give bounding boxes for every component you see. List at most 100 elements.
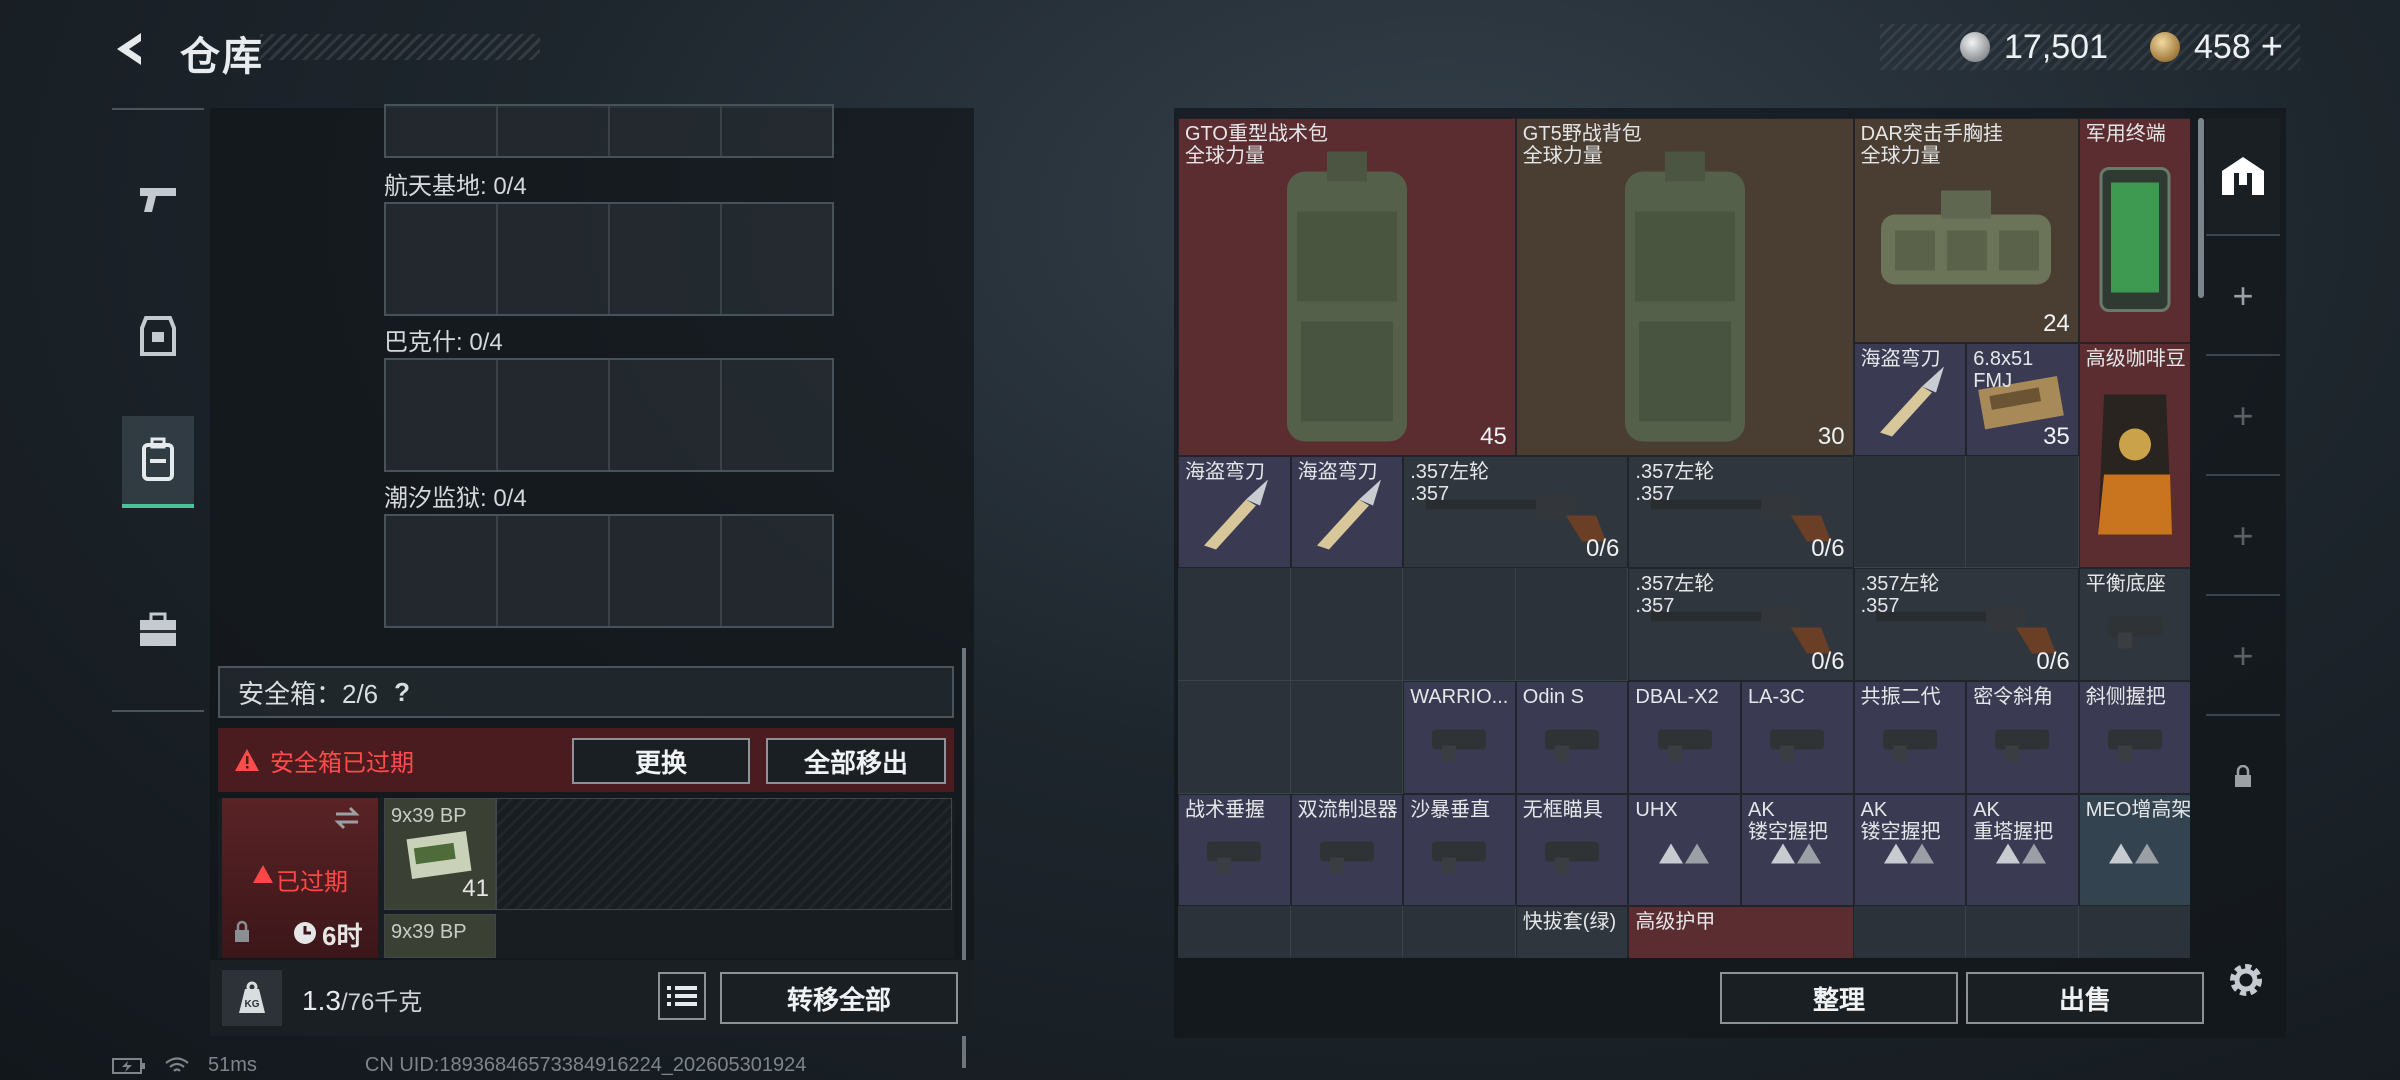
ping-text: 51ms bbox=[208, 1054, 257, 1076]
tri-icon bbox=[1655, 838, 1715, 873]
settings-button[interactable] bbox=[2222, 956, 2270, 1004]
inventory-item[interactable]: 密令斜角 bbox=[1966, 681, 2079, 794]
grid-cell[interactable] bbox=[1966, 455, 2079, 569]
inventory-item[interactable]: 快拔套(绿) bbox=[1515, 906, 1629, 958]
grid-cell[interactable] bbox=[1853, 455, 1967, 569]
grid-cell[interactable] bbox=[1403, 906, 1516, 958]
nav-backpack[interactable] bbox=[122, 416, 194, 508]
inventory-item[interactable]: 无框瞄具 bbox=[1515, 793, 1629, 907]
inventory-item[interactable]: 海盗弯刀 bbox=[1290, 455, 1404, 569]
weight-readout: 1.3/76千克 bbox=[302, 982, 422, 1017]
transfer-all-button[interactable]: 转移全部 bbox=[720, 972, 958, 1024]
ammo-item[interactable]: 9x39 BP 41 bbox=[384, 798, 496, 910]
plus-icon: + bbox=[2232, 395, 2254, 436]
map-slot-row[interactable] bbox=[384, 514, 834, 628]
replace-button[interactable]: 更换 bbox=[572, 738, 750, 784]
inventory-item[interactable]: AK 镂空握把 bbox=[1741, 793, 1854, 907]
inventory-item[interactable]: .357左轮 .357 0/6 bbox=[1403, 455, 1629, 569]
item-name: 密令斜角 bbox=[1973, 686, 2054, 708]
grid-cell[interactable] bbox=[1966, 906, 2079, 958]
inventory-item[interactable]: .357左轮 .357 0/6 bbox=[1628, 455, 1854, 569]
expired-safe-slot[interactable]: 已过期 6时 bbox=[222, 798, 378, 958]
inventory-item[interactable]: 高级咖啡豆 bbox=[2078, 343, 2190, 569]
ammo-box-icon bbox=[406, 831, 472, 879]
expire-timer: 6时 bbox=[322, 921, 363, 951]
item-name: AK 镂空握把 bbox=[1860, 798, 1941, 843]
grid-cell[interactable] bbox=[1290, 568, 1404, 681]
inventory-item[interactable]: 高级护甲 bbox=[1628, 906, 1854, 958]
grid-cell[interactable] bbox=[1853, 906, 1967, 958]
map-slot-row[interactable] bbox=[384, 202, 834, 316]
rail-add-2[interactable]: + bbox=[2206, 358, 2280, 476]
grid-cell[interactable] bbox=[1178, 568, 1291, 681]
inventory-item[interactable]: DBAL-X2 bbox=[1628, 681, 1741, 794]
part-icon bbox=[1650, 715, 1720, 770]
move-all-out-button[interactable]: 全部移出 bbox=[766, 738, 946, 784]
nav-armor[interactable] bbox=[122, 290, 194, 382]
gear-icon bbox=[2230, 964, 2262, 996]
gold-coin-icon bbox=[2150, 32, 2180, 62]
sort-button[interactable]: 整理 bbox=[1720, 972, 1958, 1024]
inventory-item[interactable]: 双流制退器 bbox=[1290, 793, 1404, 907]
inventory-item[interactable]: 战术垂握 bbox=[1178, 793, 1291, 907]
grid-cell[interactable] bbox=[1290, 681, 1404, 794]
warning-icon bbox=[235, 749, 259, 771]
inventory-item[interactable]: AK 重塔握把 bbox=[1966, 793, 2079, 907]
item-quantity: 24 bbox=[2043, 310, 2070, 338]
inventory-item[interactable]: MEO增高架 bbox=[2078, 793, 2190, 907]
inventory-item[interactable]: 斜侧握把 bbox=[2078, 681, 2190, 794]
vest-icon bbox=[1871, 184, 2061, 299]
grid-cell[interactable] bbox=[1178, 681, 1291, 794]
item-quantity: 30 bbox=[1817, 422, 1845, 450]
grid-cell[interactable] bbox=[2078, 906, 2190, 958]
inventory-item[interactable]: LA-3C bbox=[1741, 681, 1854, 794]
tri-icon bbox=[1992, 838, 2052, 873]
list-view-button[interactable] bbox=[658, 972, 706, 1020]
grid-cell[interactable] bbox=[1178, 906, 1291, 958]
grid-cell[interactable] bbox=[1515, 568, 1629, 681]
rail-add-3[interactable]: + bbox=[2206, 478, 2280, 596]
item-name: 无框瞄具 bbox=[1522, 798, 1603, 821]
inventory-item[interactable]: 6.8x51 FMJ 35 bbox=[1966, 343, 2079, 456]
add-currency-button[interactable]: + bbox=[2261, 26, 2283, 69]
inventory-item[interactable]: .357左轮 .357 0/6 bbox=[1628, 568, 1854, 681]
inventory-scrollbar[interactable] bbox=[2198, 118, 2204, 298]
inventory-item[interactable]: 平衡底座 bbox=[2078, 568, 2190, 681]
grid-cell[interactable] bbox=[1290, 906, 1404, 958]
rail-add-4[interactable]: + bbox=[2206, 598, 2280, 716]
rail-stash[interactable] bbox=[2206, 118, 2280, 236]
item-name: 海盗弯刀 bbox=[1297, 460, 1378, 483]
item-name: 军用终端 bbox=[2085, 123, 2166, 145]
inventory-item[interactable]: WARRIO... bbox=[1403, 681, 1516, 794]
nav-weapons[interactable] bbox=[122, 154, 194, 246]
inventory-item[interactable]: GTO重型战术包 全球力量 45 bbox=[1178, 118, 1516, 456]
inventory-item[interactable]: GT5野战背包 全球力量 30 bbox=[1515, 118, 1854, 456]
back-arrow-icon bbox=[117, 33, 141, 65]
help-icon[interactable]: ? bbox=[394, 677, 410, 708]
lock-icon bbox=[235, 920, 249, 942]
map-slot-row[interactable] bbox=[384, 358, 834, 472]
rail-add-1[interactable]: + bbox=[2206, 238, 2280, 356]
inventory-item[interactable]: Odin S bbox=[1515, 681, 1629, 794]
back-button[interactable] bbox=[108, 26, 154, 72]
knife-icon bbox=[1870, 363, 1950, 448]
silver-amount: 17,501 bbox=[2004, 27, 2108, 66]
sell-button[interactable]: 出售 bbox=[1966, 972, 2204, 1024]
grid-cell[interactable] bbox=[1403, 568, 1516, 681]
part-icon bbox=[2100, 603, 2170, 658]
inventory-item[interactable]: UHX bbox=[1628, 793, 1741, 907]
inventory-item[interactable]: AK 镂空握把 bbox=[1853, 793, 1967, 907]
inventory-item[interactable]: 军用终端 bbox=[2078, 118, 2190, 344]
ammo-item[interactable]: 9x39 BP bbox=[384, 914, 496, 958]
map-slot-row[interactable] bbox=[384, 104, 834, 158]
ammo-name: 9x39 BP bbox=[391, 805, 467, 827]
inventory-item[interactable]: .357左轮 .357 0/6 bbox=[1853, 568, 2079, 681]
nav-toolbox[interactable] bbox=[122, 584, 194, 676]
inventory-item[interactable]: 沙暴垂直 bbox=[1403, 793, 1516, 907]
inventory-item[interactable]: 海盗弯刀 bbox=[1178, 455, 1291, 569]
clock-icon bbox=[294, 922, 316, 944]
inventory-item[interactable]: 共振二代 bbox=[1853, 681, 1967, 794]
rail-locked[interactable] bbox=[2206, 718, 2280, 836]
inventory-item[interactable]: DAR突击手胸挂 全球力量 24 bbox=[1853, 118, 2079, 344]
inventory-item[interactable]: 海盗弯刀 bbox=[1853, 343, 1967, 456]
